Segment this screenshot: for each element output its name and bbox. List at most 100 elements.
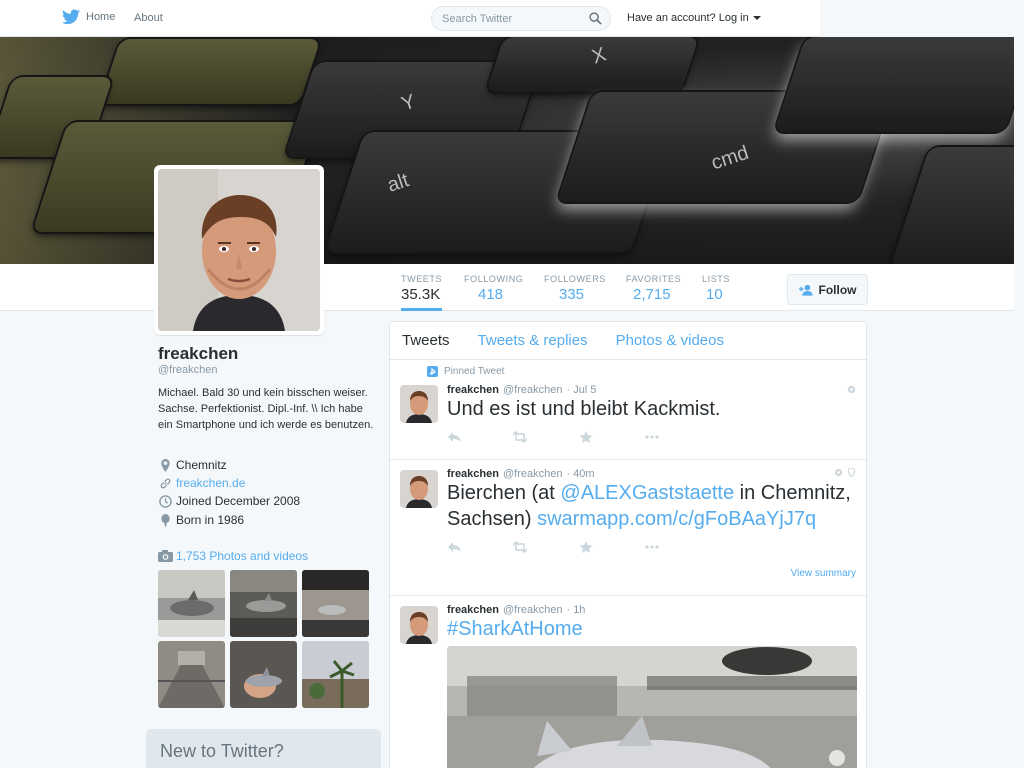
tweet-author-handle[interactable]: @freakchen [503, 604, 562, 616]
avatar[interactable] [158, 169, 320, 331]
reply-icon [448, 542, 461, 552]
settings-icon[interactable] [847, 385, 856, 394]
tweet-author-handle[interactable]: @freakchen [503, 468, 562, 480]
profile-location: Chemnitz [159, 458, 227, 472]
stat-following[interactable]: FOLLOWING 418 [464, 274, 523, 303]
reply-button[interactable] [447, 540, 513, 558]
tweet-time[interactable]: · Jul 5 [566, 384, 596, 396]
photo-thumbnail[interactable] [230, 641, 297, 708]
joined-text: Joined December 2008 [176, 494, 301, 508]
stat-value: 2,715 [633, 286, 671, 303]
profile-birthday: Born in 1986 [159, 513, 244, 527]
new-to-twitter-box: New to Twitter? [146, 729, 381, 768]
tab-photos-videos[interactable]: Photos & videos [616, 332, 724, 349]
geo-icon[interactable] [847, 468, 856, 477]
header-key [890, 147, 1014, 264]
tweet-author-name[interactable]: freakchen [447, 468, 499, 480]
profile-avatar-frame [154, 165, 324, 335]
follow-plus-icon [798, 284, 813, 296]
tweet-author-handle[interactable]: @freakchen [503, 384, 562, 396]
tweet[interactable]: Pinned Tweet freakchen @freakchen · Jul … [390, 360, 866, 460]
camera-icon [158, 550, 173, 562]
retweet-button[interactable] [512, 430, 579, 448]
tweet[interactable]: freakchen @freakchen · 40m Bierchen (at … [390, 460, 866, 596]
retweet-icon [512, 540, 528, 554]
favorite-star-icon [579, 431, 593, 443]
tweet-header: freakchen @freakchen · 40m [447, 468, 856, 480]
profile-joined: Joined December 2008 [159, 494, 300, 508]
photo-thumbnail[interactable] [302, 570, 369, 637]
tweet-time[interactable]: · 40m [566, 468, 594, 480]
location-text: Chemnitz [176, 458, 227, 472]
stat-value: 10 [706, 286, 723, 303]
follow-label: Follow [818, 282, 857, 297]
top-nav: Home About Have an account? Log in [0, 0, 820, 37]
born-text: Born in 1986 [176, 513, 245, 527]
twitter-bird-icon [62, 9, 80, 25]
tweet-avatar[interactable] [400, 470, 438, 508]
pinned-label: Pinned Tweet [444, 366, 505, 377]
tweet-author-name[interactable]: freakchen [447, 604, 499, 616]
stat-value: 418 [478, 286, 504, 303]
key-label-cmd: cmd [708, 141, 752, 175]
settings-icon[interactable] [834, 468, 843, 477]
search-input[interactable] [442, 13, 582, 25]
key-label-alt: alt [384, 169, 412, 197]
view-summary-link[interactable]: View summary [791, 568, 856, 579]
login-link[interactable]: Have an account? Log in [627, 12, 761, 24]
profile-name[interactable]: freakchen [158, 344, 238, 364]
tab-tweets-replies[interactable]: Tweets & replies [478, 332, 588, 349]
tweet-time[interactable]: · 1h [566, 604, 585, 616]
more-button[interactable] [645, 540, 711, 558]
stat-label: FOLLOWING [464, 274, 524, 284]
reply-button[interactable] [447, 430, 513, 448]
favorite-button[interactable] [579, 430, 645, 448]
photo-thumbnail[interactable] [230, 570, 297, 637]
tab-tweets[interactable]: Tweets [402, 332, 450, 349]
header-key [774, 37, 1014, 132]
search-icon[interactable] [589, 12, 602, 25]
login-label: Have an account? Log in [627, 12, 749, 24]
clock-icon [159, 494, 172, 508]
nav-home-link[interactable]: Home [62, 9, 115, 25]
caret-down-icon [752, 16, 761, 20]
photo-thumbnail[interactable] [158, 570, 225, 637]
tweet-hashtag-link[interactable]: #SharkAtHome [447, 618, 583, 640]
favorite-button[interactable] [579, 540, 645, 558]
photo-thumbnail[interactable] [158, 641, 225, 708]
stat-label: TWEETS [401, 274, 443, 284]
stat-favorites[interactable]: FAVORITES 2,715 [626, 274, 681, 303]
stat-label: FAVORITES [626, 274, 682, 284]
retweet-icon [512, 430, 528, 444]
stat-lists[interactable]: LISTS 10 [702, 274, 730, 303]
reply-icon [448, 432, 461, 442]
tweet-url-link[interactable]: swarmapp.com/c/gFoBAaYjJ7q [537, 508, 816, 530]
more-button[interactable] [645, 430, 711, 448]
photos-videos-link[interactable]: 1,753 Photos and videos [158, 549, 308, 563]
stat-value: 35.3K [401, 286, 441, 303]
balloon-icon [161, 513, 170, 527]
tweet-avatar[interactable] [400, 606, 438, 644]
retweet-button[interactable] [512, 540, 579, 558]
tweet-header: freakchen @freakchen · 1h [447, 604, 856, 616]
stat-followers[interactable]: FOLLOWERS 335 [544, 274, 606, 303]
timeline: Tweets Tweets & replies Photos & videos … [389, 321, 867, 768]
photo-thumbnail[interactable] [302, 641, 369, 708]
tweet-photo[interactable] [447, 646, 857, 768]
website-link[interactable]: freakchen.de [176, 476, 245, 490]
follow-button[interactable]: Follow [787, 274, 868, 305]
tweet-text: #SharkAtHome [447, 616, 856, 642]
tweet[interactable]: freakchen @freakchen · 1h #SharkAtHome [390, 596, 866, 768]
photos-videos-label: 1,753 Photos and videos [176, 549, 309, 563]
tweet-text-part: Bierchen (at [447, 482, 561, 504]
pin-icon [427, 366, 438, 377]
tweet-avatar[interactable] [400, 385, 438, 423]
stat-value: 335 [559, 286, 585, 303]
header-key: X [486, 37, 699, 92]
stat-tweets[interactable]: TWEETS 35.3K [401, 274, 443, 311]
nav-about-link[interactable]: About [134, 12, 163, 24]
tweet-mention-link[interactable]: @ALEXGaststaette [560, 482, 734, 504]
profile-handle: @freakchen [158, 364, 218, 376]
nav-home-label: Home [86, 11, 116, 23]
tweet-author-name[interactable]: freakchen [447, 384, 499, 396]
